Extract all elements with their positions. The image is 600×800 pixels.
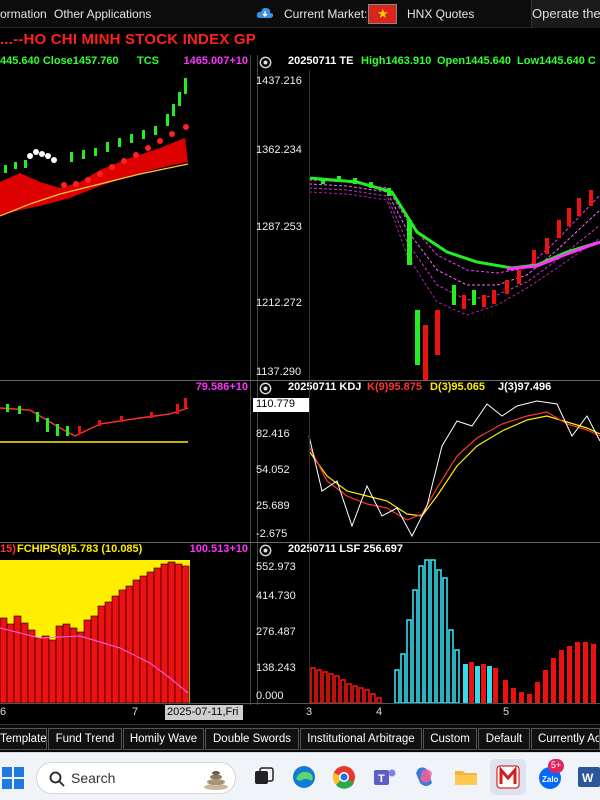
- tab-template[interactable]: Template: [0, 728, 47, 750]
- tab-custom[interactable]: Custom: [423, 728, 477, 750]
- y-tick-mid-2: 54.052: [256, 464, 290, 476]
- active-app-highlight[interactable]: [490, 759, 526, 795]
- indicator-name: TCS: [137, 55, 159, 67]
- market-name[interactable]: HNX Quotes: [407, 7, 474, 21]
- x-tick-left-0: 6: [0, 706, 7, 718]
- pane-divider-row2[interactable]: [0, 542, 600, 543]
- search-icon: [49, 771, 65, 787]
- task-view-icon[interactable]: [250, 763, 278, 791]
- oscillator-chart-left: [0, 398, 189, 443]
- y-tick-mid-3: 25.689: [256, 500, 290, 512]
- stones-decoration-icon: [204, 771, 228, 790]
- kdj-d: D(3)95.065: [430, 381, 486, 393]
- tab-currently-active[interactable]: Currently Acti: [531, 728, 600, 750]
- crosshair-date: 2025-07-11,Fri: [165, 705, 243, 720]
- menu-other-applications[interactable]: Other Applications: [54, 7, 151, 21]
- kdj-label: 20250711 KDJ: [288, 381, 362, 393]
- y-tick-bot-3: 138.243: [256, 662, 296, 674]
- y-tick-bot-0: 552.973: [256, 561, 296, 573]
- pane-divider-row1[interactable]: [0, 380, 600, 381]
- y-tick-mid-0: 110.779: [253, 398, 309, 412]
- tab-homily-wave[interactable]: Homily Wave: [123, 728, 204, 750]
- te-date: 20250711 TE: [288, 55, 354, 67]
- settings-icon[interactable]: [259, 544, 272, 557]
- fchips-value: 100.513+10: [189, 543, 248, 555]
- fchips-readout: FCHIPS(8)5.783 (10.085): [17, 543, 143, 555]
- tab-double-swords[interactable]: Double Swords: [205, 728, 299, 750]
- x-tick-left-1: 7: [132, 706, 139, 718]
- chrome-icon[interactable]: [330, 763, 358, 791]
- y-axis-line: [309, 70, 310, 703]
- svg-text:T: T: [378, 773, 385, 785]
- indicator-value: 1465.007+10: [183, 55, 248, 67]
- x-tick-right-0: 3: [306, 706, 313, 718]
- lsf-readout: 20250711 LSF 256.697: [288, 543, 403, 555]
- settings-icon[interactable]: [259, 56, 272, 69]
- y-tick-mid-4: -2.675: [256, 528, 288, 540]
- notification-badge: 5+: [548, 759, 564, 773]
- pane-left-bot[interactable]: 15) FCHIPS(8)5.783 (10.085) 100.513+10: [0, 543, 250, 703]
- edge-icon[interactable]: [290, 763, 318, 791]
- teams-icon[interactable]: T: [370, 763, 398, 791]
- x-axis-line: [0, 703, 600, 704]
- y-tick-top-4: 1137.290: [256, 366, 302, 378]
- windows-start-icon[interactable]: [2, 767, 24, 789]
- kdj-j: J(3)97.496: [498, 381, 552, 393]
- kdj-k: K(9)95.875: [367, 381, 423, 393]
- tab-default[interactable]: Default: [478, 728, 530, 750]
- vietnam-flag-icon[interactable]: ★: [368, 4, 397, 24]
- pane-left-top[interactable]: 445.640 Close1457.760 TCS 1465.007+10: [0, 55, 250, 380]
- tab-fund-trend[interactable]: Fund Trend: [48, 728, 122, 750]
- ohlc-readout: 445.640 Close1457.760: [0, 55, 119, 67]
- y-tick-bot-1: 414.730: [256, 590, 296, 602]
- te-high: High1463.910: [361, 55, 432, 67]
- windows-taskbar: Search T Zalo 5+ W: [0, 752, 600, 800]
- indicator-tab-bar: Template Fund Trend Homily Wave Double S…: [0, 724, 600, 752]
- current-market-label: Current Market:: [284, 7, 368, 21]
- y-tick-top-3: 1212.272: [256, 297, 302, 309]
- fchips-prefix: 15): [0, 543, 16, 555]
- chart-title-bar: ...--HO CHI MINH STOCK INDEX GP: [0, 28, 600, 52]
- stock-app-icon[interactable]: [495, 764, 521, 790]
- indicator-value-mid: 79.586+10: [195, 381, 248, 393]
- te-low: Low1445.640 C: [517, 55, 596, 67]
- file-explorer-icon[interactable]: [452, 763, 480, 791]
- word-icon[interactable]: W: [576, 763, 600, 791]
- top-menu-bar: ormation Other Applications Current Mark…: [0, 0, 600, 28]
- te-open: Open1445.640: [437, 55, 511, 67]
- search-placeholder: Search: [71, 770, 116, 786]
- tab-institutional-arbitrage[interactable]: Institutional Arbitrage: [300, 728, 422, 750]
- y-tick-bot-2: 276.487: [256, 626, 296, 638]
- copilot-icon[interactable]: [410, 763, 438, 791]
- price-chart-left: [0, 78, 189, 217]
- y-tick-top-0: 1437.216: [256, 75, 302, 87]
- y-tick-top-1: 1362.234: [256, 144, 302, 156]
- cloud-icon[interactable]: [256, 6, 274, 20]
- settings-icon[interactable]: [259, 382, 272, 395]
- taskbar-search-input[interactable]: Search: [36, 762, 236, 794]
- y-tick-top-2: 1287.253: [256, 221, 302, 233]
- menu-information[interactable]: ormation: [0, 7, 47, 21]
- svg-text:Zalo: Zalo: [542, 775, 559, 784]
- y-tick-bot-4: 0.000: [256, 690, 284, 702]
- x-tick-right-2: 5: [503, 706, 510, 718]
- pane-left-mid[interactable]: 79.586+10: [0, 381, 250, 541]
- page-title: ...--HO CHI MINH STOCK INDEX GP: [0, 31, 256, 48]
- operate-button-label: Operate the Fa: [532, 6, 600, 21]
- y-tick-mid-1: 82.416: [256, 428, 290, 440]
- x-tick-right-1: 4: [376, 706, 383, 718]
- operate-button[interactable]: Operate the Fa: [531, 0, 600, 28]
- svg-text:W: W: [582, 771, 594, 785]
- fchips-chart: [0, 560, 190, 703]
